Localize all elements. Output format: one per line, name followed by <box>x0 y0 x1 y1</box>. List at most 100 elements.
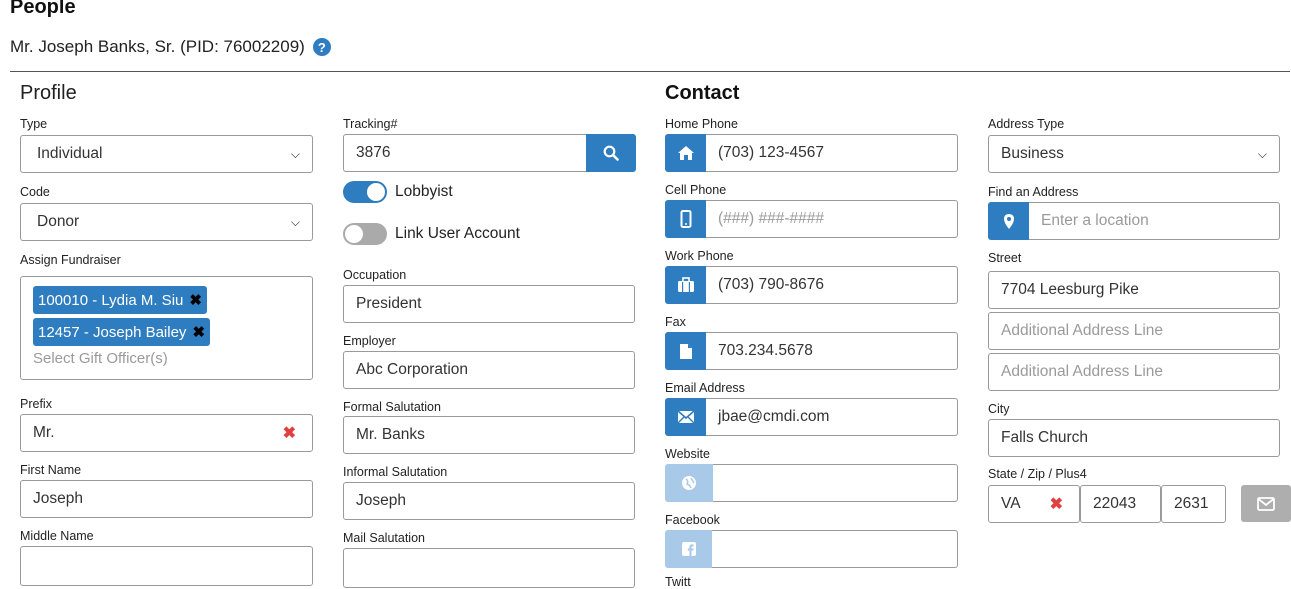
assign-fundraiser-label: Assign Fundraiser <box>20 253 121 267</box>
address-line-3-placeholder: Additional Address Line <box>1001 363 1164 380</box>
cell-phone-label: Cell Phone <box>665 183 727 197</box>
find-address-group: Enter a location <box>988 202 1280 240</box>
lobbyist-toggle[interactable] <box>343 181 387 203</box>
clear-icon[interactable]: ✖ <box>1050 494 1063 514</box>
occupation-label: Occupation <box>343 268 407 282</box>
page-title: People <box>10 0 76 18</box>
street-input[interactable]: 7704 Leesburg Pike <box>988 271 1280 309</box>
chevron-down-icon: ⌵ <box>1257 146 1267 161</box>
code-value: Donor <box>37 213 80 230</box>
type-value: Individual <box>37 145 103 162</box>
type-select[interactable]: Individual ⌵ <box>20 135 313 173</box>
zip-input[interactable]: 22043 <box>1080 485 1161 523</box>
link-user-toggle[interactable] <box>343 223 387 245</box>
home-icon <box>665 134 706 172</box>
person-name: Mr. Joseph Banks, Sr. (PID: 76002209) <box>10 37 305 56</box>
state-select[interactable]: VA ✖ <box>988 485 1080 523</box>
address-line-2-placeholder: Additional Address Line <box>1001 322 1164 339</box>
find-address-input[interactable]: Enter a location <box>1029 202 1280 240</box>
cell-phone-group: (###) ###-#### <box>665 200 958 238</box>
address-type-label: Address Type <box>988 117 1065 131</box>
website-label: Website <box>665 447 710 461</box>
link-user-toggle-row: Link User Account <box>343 223 520 245</box>
city-value: Falls Church <box>1001 429 1088 446</box>
search-icon <box>603 145 619 161</box>
occupation-input[interactable]: President <box>343 285 635 323</box>
envelope-icon <box>665 398 706 436</box>
email-value: jbae@cmdi.com <box>718 408 830 425</box>
fax-input[interactable]: 703.234.5678 <box>706 332 958 370</box>
lobbyist-toggle-row: Lobbyist <box>343 181 453 203</box>
prefix-value: Mr. <box>33 424 55 441</box>
formal-salutation-input[interactable]: Mr. Banks <box>343 416 635 454</box>
occupation-value: President <box>356 295 422 312</box>
work-phone-input[interactable]: (703) 790-8676 <box>706 266 958 304</box>
divider <box>10 71 1290 72</box>
code-select[interactable]: Donor ⌵ <box>20 203 313 241</box>
email-label: Email Address <box>665 381 745 395</box>
address-type-value: Business <box>1001 145 1064 162</box>
address-line-3-input[interactable]: Additional Address Line <box>988 353 1280 391</box>
fundraiser-multiselect[interactable]: 100010 - Lydia M. Siu ✖ 12457 - Joseph B… <box>20 276 313 380</box>
cell-phone-placeholder: (###) ###-#### <box>718 210 824 227</box>
cell-phone-input[interactable]: (###) ###-#### <box>706 200 958 238</box>
home-phone-input[interactable]: (703) 123-4567 <box>706 134 958 172</box>
search-button[interactable] <box>586 134 636 172</box>
street-value: 7704 Leesburg Pike <box>1001 281 1139 298</box>
state-zip-label: State / Zip / Plus4 <box>988 467 1087 481</box>
city-input[interactable]: Falls Church <box>988 419 1280 457</box>
envelope-icon <box>1257 496 1275 511</box>
code-label: Code <box>20 185 50 199</box>
fundraiser-tag[interactable]: 12457 - Joseph Bailey ✖ <box>33 318 211 346</box>
work-phone-group: (703) 790-8676 <box>665 266 958 304</box>
zip-value: 22043 <box>1093 495 1137 512</box>
email-group: jbae@cmdi.com <box>665 398 958 436</box>
tracking-input[interactable]: 3876 <box>343 134 586 172</box>
fundraiser-tag[interactable]: 100010 - Lydia M. Siu ✖ <box>33 286 207 314</box>
formal-salutation-value: Mr. Banks <box>356 426 425 443</box>
find-address-placeholder: Enter a location <box>1041 212 1149 229</box>
employer-input[interactable]: Abc Corporation <box>343 351 635 389</box>
first-name-value: Joseph <box>33 490 83 507</box>
facebook-input[interactable] <box>712 530 958 568</box>
formal-salutation-label: Formal Salutation <box>343 400 441 414</box>
first-name-input[interactable]: Joseph <box>20 480 313 518</box>
address-type-select[interactable]: Business ⌵ <box>988 135 1280 173</box>
chevron-down-icon: ⌵ <box>290 146 300 161</box>
plus4-input[interactable]: 2631 <box>1161 485 1226 523</box>
prefix-label: Prefix <box>20 397 52 411</box>
tag-label: 100010 - Lydia M. Siu <box>38 291 184 309</box>
fundraiser-placeholder: Select Gift Officer(s) <box>33 350 168 367</box>
mail-salutation-label: Mail Salutation <box>343 531 425 545</box>
website-input[interactable] <box>713 464 958 502</box>
fax-value: 703.234.5678 <box>718 342 813 359</box>
city-label: City <box>988 402 1010 416</box>
prefix-select[interactable]: Mr. ✖ <box>20 414 313 452</box>
mail-verify-button[interactable] <box>1241 485 1291 522</box>
middle-name-input[interactable] <box>20 546 313 586</box>
remove-tag-icon[interactable]: ✖ <box>192 323 205 341</box>
plus4-value: 2631 <box>1174 495 1209 512</box>
type-label: Type <box>20 117 48 131</box>
facebook-icon <box>665 530 712 568</box>
home-phone-value: (703) 123-4567 <box>718 144 824 161</box>
tag-label: 12457 - Joseph Bailey <box>38 323 187 341</box>
find-address-label: Find an Address <box>988 185 1079 199</box>
work-phone-label: Work Phone <box>665 249 734 263</box>
informal-salutation-input[interactable]: Joseph <box>343 482 635 520</box>
address-line-2-input[interactable]: Additional Address Line <box>988 312 1280 350</box>
mobile-phone-icon <box>665 200 706 238</box>
clear-icon[interactable]: ✖ <box>283 423 296 443</box>
chevron-down-icon: ⌵ <box>290 214 300 229</box>
help-icon[interactable]: ? <box>312 38 331 56</box>
map-marker-icon <box>988 202 1029 240</box>
informal-salutation-label: Informal Salutation <box>343 465 448 479</box>
state-value: VA <box>1001 495 1021 512</box>
tracking-label: Tracking# <box>343 117 398 131</box>
briefcase-icon <box>665 266 706 304</box>
remove-tag-icon[interactable]: ✖ <box>189 291 202 309</box>
employer-label: Employer <box>343 334 396 348</box>
email-input[interactable]: jbae@cmdi.com <box>706 398 958 436</box>
tracking-value: 3876 <box>356 144 391 161</box>
mail-salutation-input[interactable] <box>343 548 635 588</box>
